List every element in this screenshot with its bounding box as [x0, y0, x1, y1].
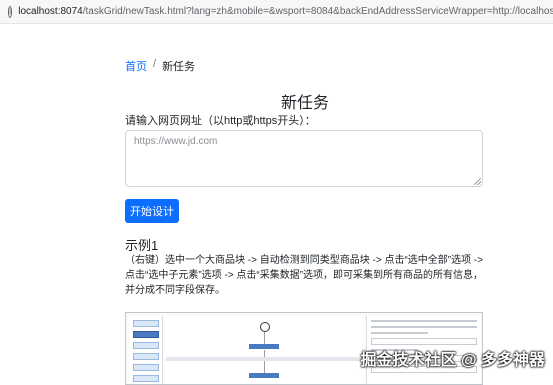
resize-handle-icon[interactable] [474, 178, 481, 185]
url-path: /taskGrid/newTask.html?lang=zh&mobile=&w… [82, 6, 553, 17]
screenshot-flow-canvas [164, 316, 364, 384]
page-title: 新任务 [280, 95, 329, 112]
screenshot-play-icon [260, 322, 270, 332]
browser-address-bar[interactable]: i localhost:8074/taskGrid/newTask.html?l… [0, 0, 553, 24]
example-title: 示例1 [125, 238, 159, 253]
breadcrumb-current: 新任务 [162, 61, 196, 73]
screenshot-toolbox-panel [129, 316, 163, 384]
breadcrumb-home-link[interactable]: 首页 [125, 58, 147, 74]
info-icon[interactable]: i [8, 5, 13, 18]
breadcrumb: 首页 / 新任务 [125, 58, 195, 74]
start-design-button[interactable]: 开始设计 [125, 199, 179, 223]
breadcrumb-separator: / [153, 58, 157, 70]
url-input-label: 请输入网页网址（以http或https开头）： [125, 115, 316, 127]
address-url[interactable]: localhost:8074/taskGrid/newTask.html?lan… [18, 6, 553, 17]
url-input[interactable] [125, 130, 483, 187]
watermark-text: 掘金技术社区 @ 多多神器 [360, 352, 546, 369]
example-description: （右键）选中一个大商品块 -> 自动检测到同类型商品块 -> 点击“选中全部”选… [125, 255, 484, 296]
url-host: localhost:8074 [18, 6, 83, 17]
